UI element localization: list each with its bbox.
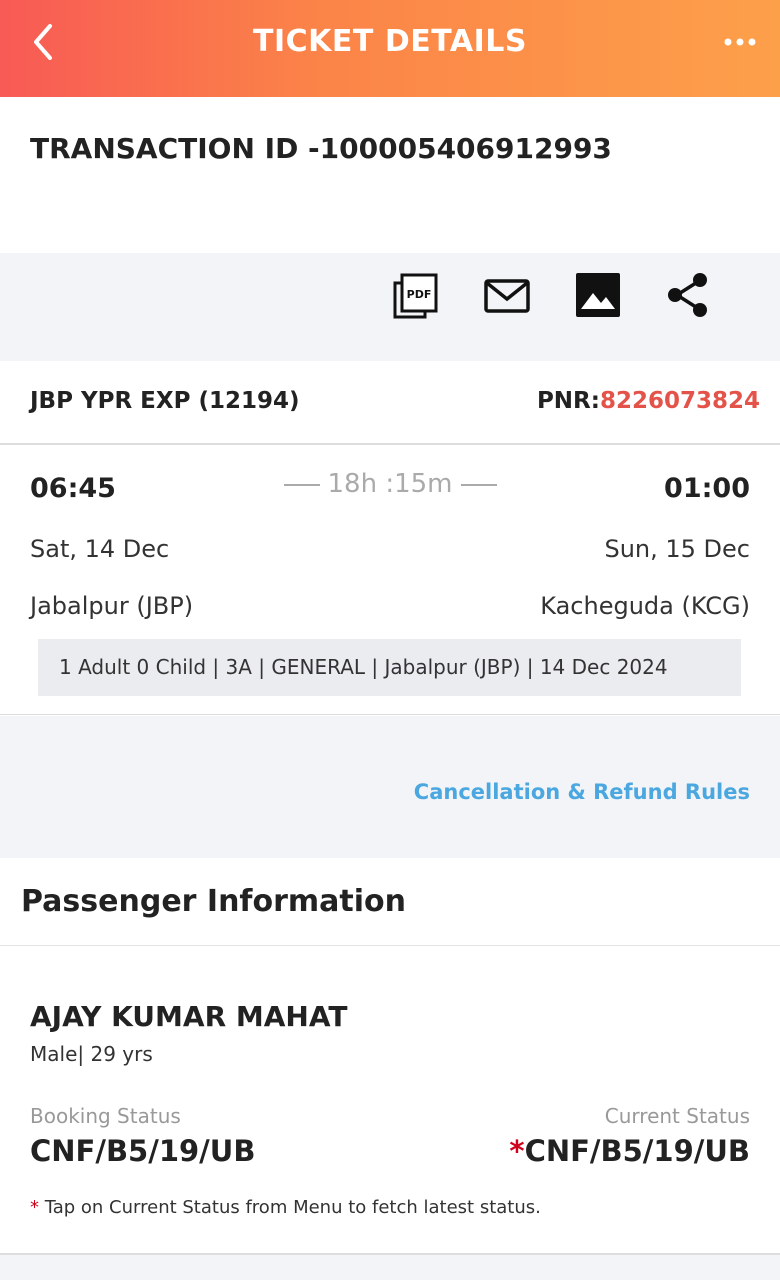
arrival-station: Kacheguda (KCG) bbox=[540, 592, 750, 620]
status-star: * bbox=[509, 1134, 525, 1168]
note-star: * bbox=[30, 1197, 39, 1218]
passenger-meta: Male| 29 yrs bbox=[30, 1042, 153, 1066]
share-icon[interactable] bbox=[665, 271, 713, 321]
more-dots-icon[interactable] bbox=[720, 20, 760, 64]
booking-status-value: CNF/B5/19/UB bbox=[30, 1134, 256, 1168]
image-icon[interactable] bbox=[574, 271, 622, 321]
ticket-actions-bar: PDF bbox=[0, 253, 780, 361]
rules-section: Cancellation & Refund Rules bbox=[0, 716, 780, 858]
booking-summary: 1 Adult 0 Child | 3A | GENERAL | Jabalpu… bbox=[38, 639, 741, 696]
transaction-id: TRANSACTION ID -100005406912993 bbox=[30, 132, 612, 165]
train-name: JBP YPR EXP (12194) bbox=[30, 388, 300, 414]
journey-details: 06:45 18h :15m 01:00 Sat, 14 Dec Sun, 15… bbox=[0, 447, 780, 715]
pdf-icon[interactable]: PDF bbox=[392, 271, 440, 321]
departure-time: 06:45 bbox=[30, 473, 116, 504]
arrival-date: Sun, 15 Dec bbox=[604, 535, 750, 563]
pnr: PNR:8226073824 bbox=[537, 388, 760, 414]
mail-icon[interactable] bbox=[483, 271, 531, 321]
passenger-section-header: Passenger Information bbox=[0, 858, 780, 946]
arrival-time: 01:00 bbox=[664, 473, 750, 504]
passenger-section-title: Passenger Information bbox=[21, 884, 406, 919]
pnr-label: PNR: bbox=[536, 388, 600, 414]
svg-text:PDF: PDF bbox=[407, 288, 432, 301]
departure-date: Sat, 14 Dec bbox=[30, 535, 170, 563]
current-status-label: Current Status bbox=[604, 1104, 750, 1128]
page-title: TICKET DETAILS bbox=[253, 24, 527, 59]
current-status-text: CNF/B5/19/UB bbox=[524, 1134, 750, 1168]
train-info-row: JBP YPR EXP (12194) PNR:8226073824 bbox=[0, 361, 780, 445]
duration-text: 18h :15m bbox=[327, 469, 453, 499]
booking-status-label: Booking Status bbox=[30, 1104, 181, 1128]
journey-duration: 18h :15m bbox=[250, 469, 530, 499]
cancellation-rules-link[interactable]: Cancellation & Refund Rules bbox=[414, 780, 750, 804]
current-status-value[interactable]: *CNF/B5/19/UB bbox=[509, 1134, 750, 1168]
passenger-name: AJAY KUMAR MAHAT bbox=[30, 1000, 348, 1033]
bottom-band bbox=[0, 1255, 780, 1280]
departure-station: Jabalpur (JBP) bbox=[30, 592, 194, 620]
status-note: * Tap on Current Status from Menu to fet… bbox=[30, 1197, 541, 1218]
note-text: Tap on Current Status from Menu to fetch… bbox=[39, 1197, 541, 1218]
app-header: TICKET DETAILS bbox=[0, 0, 780, 97]
pnr-value: 8226073824 bbox=[599, 388, 760, 414]
